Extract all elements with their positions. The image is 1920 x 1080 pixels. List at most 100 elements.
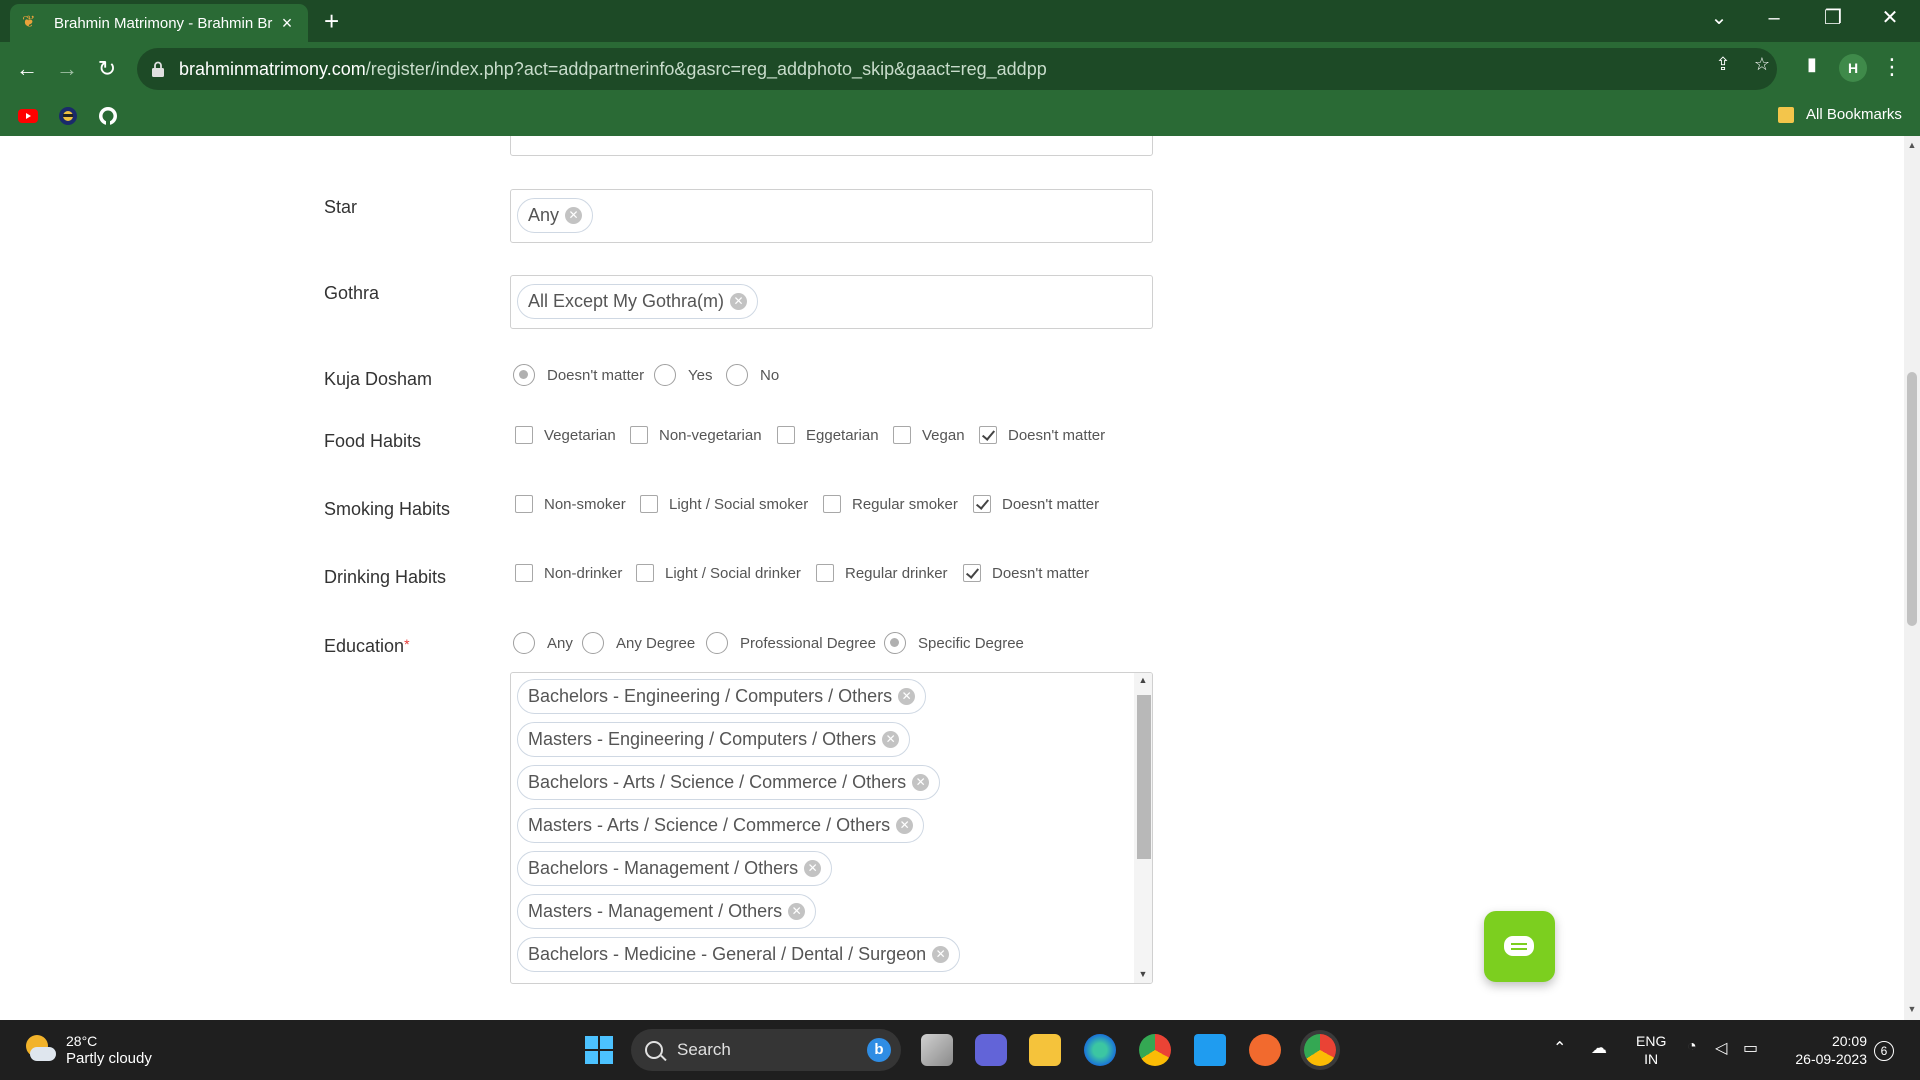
remove-chip-icon[interactable]: ✕ [882,731,900,748]
minimize-button[interactable]: – [1754,6,1794,30]
chat-button[interactable] [1484,911,1555,982]
back-button[interactable]: ← [13,55,41,83]
drinking-checkbox-doesnt-matter[interactable]: Doesn't matter [963,564,1089,582]
show-hidden-icons-icon[interactable]: ⌃ [1553,1038,1566,1058]
checkbox[interactable] [777,426,795,444]
address-bar[interactable]: brahminmatrimony.com/register/index.php?… [137,48,1777,90]
checkbox-checked[interactable] [979,426,997,444]
close-tab-icon[interactable]: × [278,13,296,34]
food-checkbox-vegetarian[interactable]: Vegetarian [515,426,616,444]
degree-chip[interactable]: Bachelors - Engineering / Computers / Ot… [517,679,927,714]
remove-chip-icon[interactable]: ✕ [730,293,748,310]
restore-button[interactable]: ❐ [1813,6,1853,30]
remove-chip-icon[interactable]: ✕ [565,207,583,224]
checkbox[interactable] [630,426,648,444]
degree-list-scrollbar[interactable]: ▲ ▼ [1134,673,1152,983]
close-window-button[interactable]: ✕ [1870,6,1910,30]
reload-button[interactable]: ↻ [93,55,121,83]
postman-icon[interactable] [1249,1034,1281,1066]
checkbox[interactable] [636,564,654,582]
checkbox[interactable] [823,495,841,513]
checkbox[interactable] [816,564,834,582]
wifi-icon[interactable]: ◔ [1687,1038,1697,1056]
education-degree-list[interactable]: Bachelors - Engineering / Computers / Ot… [510,672,1153,984]
gothra-field[interactable]: All Except My Gothra(m) ✕ [510,275,1153,329]
remove-chip-icon[interactable]: ✕ [788,903,806,920]
weather-widget[interactable]: 28°C Partly cloudy [22,1032,152,1068]
star-chip[interactable]: Any ✕ [517,198,594,233]
food-checkbox-doesnt-matter[interactable]: Doesn't matter [979,426,1105,444]
page-scrollbar[interactable]: ▲ ▼ [1904,136,1920,1020]
degree-chip[interactable]: Masters - Management / Others ✕ [517,894,817,929]
tab-search-icon[interactable]: ⌄ [1699,6,1739,30]
scroll-up-arrow-icon[interactable]: ▲ [1134,675,1152,685]
smoking-checkbox-non-smoker[interactable]: Non-smoker [515,495,626,513]
food-checkbox-non-vegetarian[interactable]: Non-vegetarian [630,426,762,444]
education-radio-any-degree[interactable]: Any Degree [582,632,695,654]
radio[interactable] [726,364,748,386]
degree-chip[interactable]: Masters - Arts / Science / Commerce / Ot… [517,808,925,843]
system-clock[interactable]: 20:09 26-09-2023 [1785,1032,1867,1068]
bookmark-star-icon[interactable]: ☆ [1748,54,1776,75]
degree-chip[interactable]: Bachelors - Arts / Science / Commerce / … [517,765,941,800]
degree-chip[interactable]: Bachelors - Management / Others ✕ [517,851,833,886]
browser-tab[interactable]: ❦ Brahmin Matrimony - Brahmin Br × [10,4,308,42]
previous-field-box[interactable] [510,136,1153,156]
degree-chip[interactable]: Masters - Engineering / Computers / Othe… [517,722,911,757]
radio[interactable] [513,632,535,654]
checkbox-checked[interactable] [963,564,981,582]
gothra-chip[interactable]: All Except My Gothra(m) ✕ [517,284,759,319]
github-icon[interactable] [98,106,118,126]
profile-avatar[interactable]: H [1839,54,1867,82]
taskbar-search[interactable]: Search b [631,1029,901,1071]
checkbox[interactable] [515,495,533,513]
share-icon[interactable]: ⇪ [1709,54,1737,75]
food-checkbox-eggetarian[interactable]: Eggetarian [777,426,879,444]
input-language[interactable]: ENG IN [1636,1032,1666,1068]
remove-chip-icon[interactable]: ✕ [898,688,916,705]
checkbox[interactable] [640,495,658,513]
extension-icon[interactable] [58,106,78,126]
checkbox[interactable] [893,426,911,444]
scroll-down-arrow-icon[interactable]: ▼ [1134,969,1152,979]
volume-icon[interactable]: ◁ [1715,1038,1727,1058]
checkbox-checked[interactable] [973,495,991,513]
smoking-checkbox-regular[interactable]: Regular smoker [823,495,958,513]
new-tab-button[interactable]: + [324,7,339,35]
battery-icon[interactable]: ▭ [1743,1038,1758,1058]
page-scroll-thumb[interactable] [1907,372,1917,626]
remove-chip-icon[interactable]: ✕ [932,946,950,963]
chrome-icon[interactable] [1139,1034,1171,1066]
youtube-icon[interactable] [18,106,38,126]
drinking-checkbox-regular[interactable]: Regular drinker [816,564,948,582]
radio[interactable] [582,632,604,654]
scroll-thumb[interactable] [1137,695,1151,859]
education-radio-any[interactable]: Any [513,632,573,654]
degree-chip[interactable]: Bachelors - Medicine - General / Dental … [517,937,961,972]
teams-chat-icon[interactable] [975,1034,1007,1066]
scroll-up-arrow-icon[interactable]: ▲ [1904,140,1920,150]
side-panel-icon[interactable]: ▮ [1798,54,1826,75]
radio[interactable] [706,632,728,654]
kuja-radio-yes[interactable]: Yes [654,364,712,386]
checkbox[interactable] [515,564,533,582]
file-explorer-icon[interactable] [1029,1034,1061,1066]
education-radio-specific[interactable]: Specific Degree [884,632,1024,654]
all-bookmarks-button[interactable]: All Bookmarks [1778,106,1902,123]
remove-chip-icon[interactable]: ✕ [804,860,822,877]
onedrive-icon[interactable]: ☁ [1591,1038,1607,1058]
task-view-icon[interactable] [921,1034,953,1066]
bing-icon[interactable]: b [867,1038,891,1062]
remove-chip-icon[interactable]: ✕ [896,817,914,834]
kuja-radio-no[interactable]: No [726,364,779,386]
vscode-icon[interactable] [1194,1034,1226,1066]
kuja-radio-doesnt-matter[interactable]: Doesn't matter [513,364,644,386]
smoking-checkbox-light-social[interactable]: Light / Social smoker [640,495,808,513]
smoking-checkbox-doesnt-matter[interactable]: Doesn't matter [973,495,1099,513]
browser-menu-icon[interactable]: ⋮ [1880,52,1904,82]
scroll-down-arrow-icon[interactable]: ▼ [1904,1004,1920,1014]
windows-start-icon[interactable] [585,1036,613,1064]
food-checkbox-vegan[interactable]: Vegan [893,426,965,444]
star-field[interactable]: Any ✕ [510,189,1153,243]
remove-chip-icon[interactable]: ✕ [912,774,930,791]
